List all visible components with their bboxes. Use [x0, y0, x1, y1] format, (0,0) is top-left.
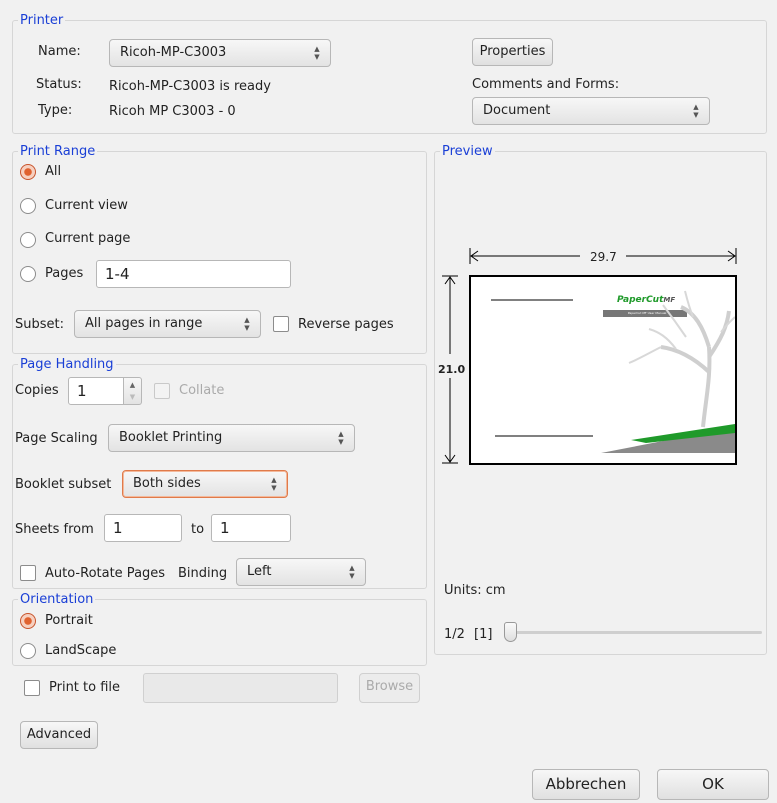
printer-name-select[interactable]: Ricoh-MP-C3003 ▲ ▼ — [109, 39, 331, 67]
orientation-title: Orientation — [18, 592, 96, 607]
pages-input[interactable]: 1-4 — [96, 260, 291, 288]
sheets-from-input[interactable]: 1 — [104, 514, 182, 542]
spin-up-icon: ▲ — [129, 381, 136, 389]
binding-label: Binding — [178, 566, 228, 581]
papercut-logo-suffix: MF — [663, 296, 676, 304]
page-slider-track — [510, 631, 762, 634]
updown-arrows-icon: ▲ ▼ — [314, 45, 320, 61]
radio-landscape[interactable] — [20, 643, 36, 659]
page-scaling-value: Booklet Printing — [119, 430, 223, 445]
updown-arrows-icon: ▲ ▼ — [349, 564, 355, 580]
subset-value: All pages in range — [85, 316, 203, 331]
preview-height-value: 21.0 — [438, 362, 466, 378]
printer-status-value: Ricoh-MP-C3003 is ready — [109, 79, 271, 94]
papercut-logo-text: PaperCut — [617, 295, 664, 305]
comments-forms-value: Document — [483, 103, 551, 118]
booklet-subset-select[interactable]: Both sides ▲ ▼ — [122, 470, 288, 498]
papercut-caption: PaperCut MF User Manual — [627, 311, 667, 315]
copies-spinner[interactable]: ▲ ▼ — [124, 377, 142, 405]
printer-status-label: Status: — [36, 77, 82, 92]
reverse-pages-checkbox[interactable] — [273, 316, 289, 332]
collate-checkbox[interactable] — [154, 383, 170, 399]
page-scaling-select[interactable]: Booklet Printing ▲ ▼ — [108, 424, 355, 452]
print-to-file-checkbox[interactable] — [24, 680, 40, 696]
advanced-button[interactable]: Advanced — [20, 721, 98, 749]
subset-select[interactable]: All pages in range ▲ ▼ — [74, 310, 261, 338]
print-range-title: Print Range — [18, 144, 98, 159]
sheets-to-label: to — [191, 522, 205, 537]
subset-label: Subset: — [15, 317, 64, 332]
reverse-pages-label: Reverse pages — [298, 317, 394, 332]
radio-portrait-label: Portrait — [45, 613, 93, 628]
comments-forms-select[interactable]: Document ▲ ▼ — [472, 97, 710, 125]
ok-button[interactable]: OK — [657, 769, 769, 800]
booklet-subset-value: Both sides — [133, 476, 201, 491]
copies-label: Copies — [15, 383, 59, 398]
copies-input[interactable]: 1 — [68, 377, 124, 405]
radio-landscape-label: LandScape — [45, 643, 117, 658]
properties-button[interactable]: Properties — [472, 38, 553, 66]
comments-forms-label: Comments and Forms: — [472, 77, 620, 92]
auto-rotate-checkbox[interactable] — [20, 565, 36, 581]
page-bracket: [1] — [474, 627, 493, 642]
sheets-to-input[interactable]: 1 — [211, 514, 291, 542]
preview-width-value: 29.7 — [590, 250, 617, 264]
radio-pages-label: Pages — [45, 266, 84, 281]
updown-arrows-icon: ▲ ▼ — [338, 430, 344, 446]
radio-all[interactable] — [20, 164, 36, 180]
print-to-file-path-input[interactable] — [143, 673, 338, 703]
auto-rotate-label: Auto-Rotate Pages — [45, 566, 166, 581]
updown-arrows-icon: ▲ ▼ — [271, 476, 277, 492]
printer-name-value: Ricoh-MP-C3003 — [120, 45, 227, 60]
printer-name-label: Name: — [38, 44, 81, 59]
radio-current-view[interactable] — [20, 198, 36, 214]
radio-pages[interactable] — [20, 266, 36, 282]
spin-down-icon: ▼ — [129, 393, 136, 401]
browse-button[interactable]: Browse — [359, 673, 420, 703]
page-slider-thumb[interactable] — [504, 622, 517, 642]
printer-group-title: Printer — [18, 13, 66, 28]
printer-type-value: Ricoh MP C3003 - 0 — [109, 104, 236, 119]
print-to-file-label: Print to file — [49, 680, 121, 695]
preview-page-content — [491, 290, 735, 453]
page-handling-title: Page Handling — [18, 357, 116, 372]
radio-current-view-label: Current view — [45, 198, 128, 213]
units-label: Units: cm — [444, 583, 506, 598]
radio-current-page[interactable] — [20, 232, 36, 248]
page-scaling-label: Page Scaling — [15, 431, 98, 446]
page-indicator: 1/2 — [444, 627, 465, 642]
radio-all-label: All — [45, 164, 62, 179]
binding-select[interactable]: Left ▲ ▼ — [236, 558, 366, 586]
preview-title: Preview — [440, 144, 495, 159]
sheets-from-label: Sheets from — [15, 522, 94, 537]
radio-portrait[interactable] — [20, 613, 36, 629]
papercut-logo: PaperCutMF — [617, 295, 675, 305]
updown-arrows-icon: ▲ ▼ — [244, 316, 250, 332]
preview-page: PaperCutMF PaperCut MF User Manual — [469, 275, 737, 465]
updown-arrows-icon: ▲ ▼ — [693, 103, 699, 119]
binding-value: Left — [247, 564, 272, 579]
collate-label: Collate — [179, 383, 225, 398]
page-slider[interactable] — [504, 622, 762, 644]
booklet-subset-label: Booklet subset — [15, 477, 112, 492]
radio-current-page-label: Current page — [45, 231, 131, 246]
cancel-button[interactable]: Abbrechen — [532, 769, 640, 800]
printer-type-label: Type: — [38, 103, 73, 118]
